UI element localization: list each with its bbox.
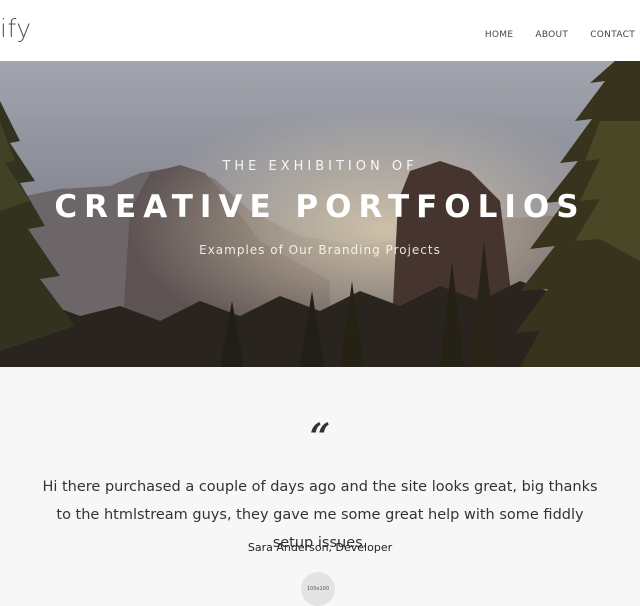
hero-text: THE EXHIBITION OF CREATIVE PORTFOLIOS Ex… [0, 61, 640, 367]
quote-icon: “ [309, 416, 331, 458]
hero-title: CREATIVE PORTFOLIOS [54, 189, 586, 225]
hero-banner: THE EXHIBITION OF CREATIVE PORTFOLIOS Ex… [0, 61, 640, 367]
hero-subtitle: Examples of Our Branding Projects [199, 243, 441, 257]
nav-item-home[interactable]: HOME [463, 30, 514, 40]
testimonial-author: Sara Anderson, Developer [247, 541, 393, 554]
testimonial-section: “ Hi there purchased a couple of days ag… [0, 367, 640, 606]
main-nav: HOME ABOUT CONTACT [463, 30, 635, 40]
hero-pretitle: THE EXHIBITION OF [222, 159, 418, 174]
site-logo[interactable]: ify [0, 14, 32, 43]
nav-item-about[interactable]: ABOUT [513, 30, 568, 40]
nav-item-contact[interactable]: CONTACT [568, 30, 635, 40]
avatar: 100x100 [301, 572, 335, 606]
site-header: ify HOME ABOUT CONTACT [0, 0, 640, 61]
